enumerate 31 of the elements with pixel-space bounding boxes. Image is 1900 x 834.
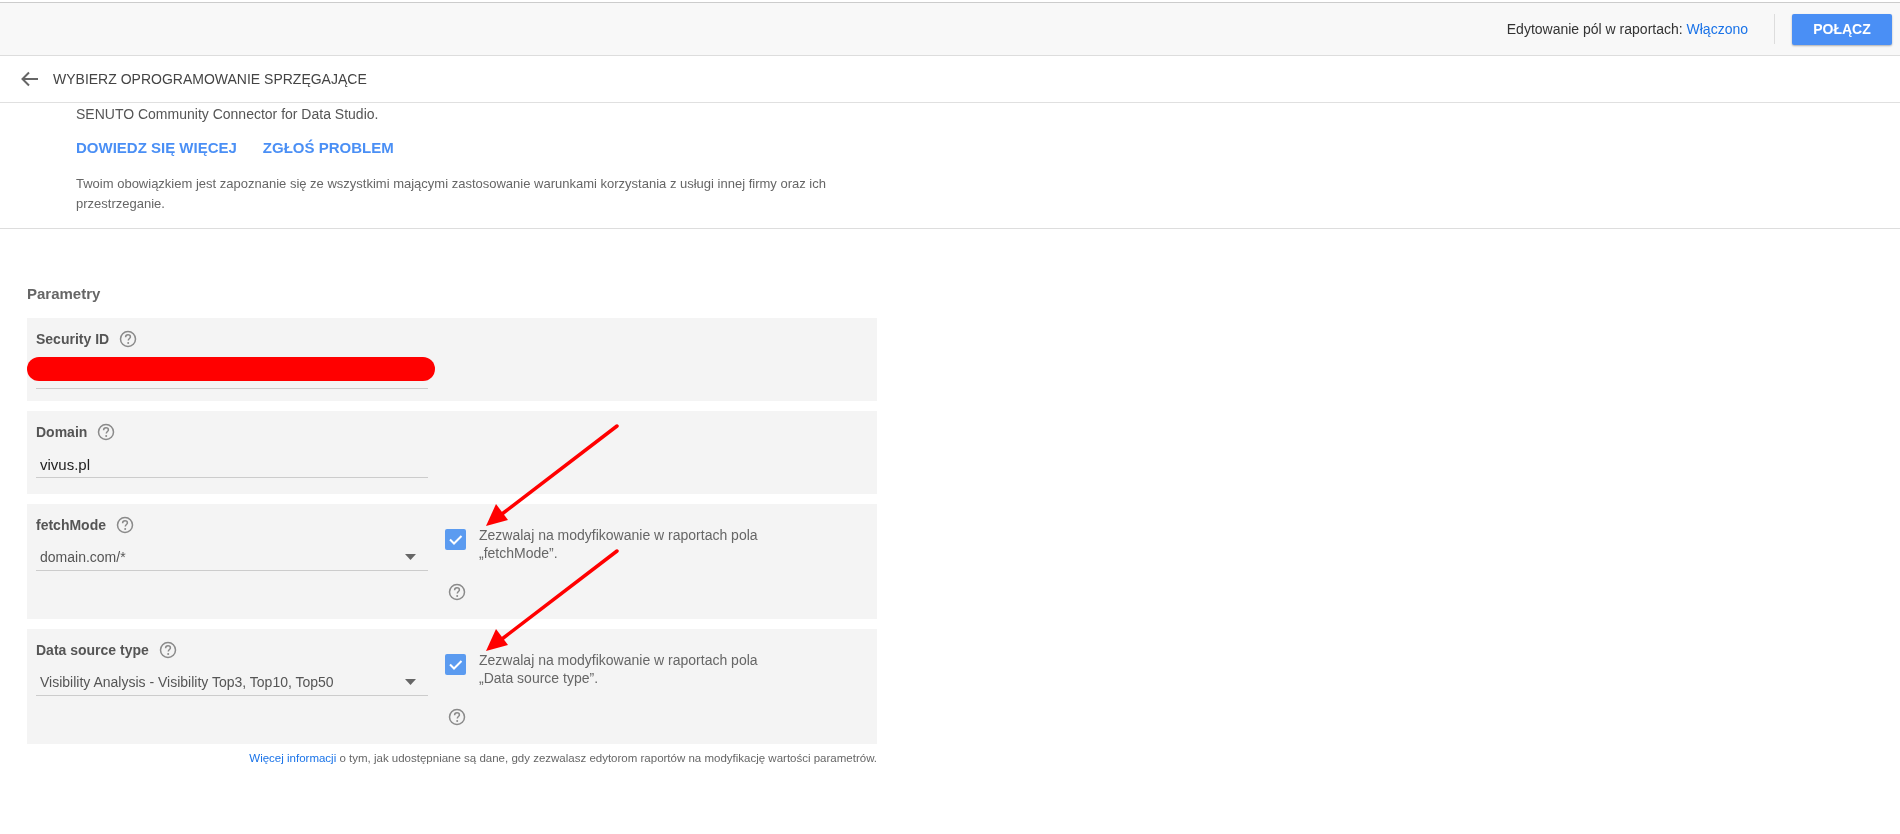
field-label: Data source type: [36, 642, 149, 658]
edit-status-text: Edytowanie pól w raportach: Włączono: [1506, 21, 1748, 37]
checkbox-label: Zezwalaj na modyfikowanie w raportach pola „fetchMode”.: [479, 526, 759, 562]
link[interactable]: DOWIEDZ SIĘ WIĘCEJ: [76, 139, 237, 156]
section-title: Parametry: [27, 285, 102, 302]
field-label: Security ID: [36, 331, 110, 347]
page-title: WYBIERZ OPROGRAMOWANIE SPRZĘGAJĄCE: [53, 71, 367, 87]
caret-icon: [405, 554, 416, 560]
terms-notice: Twoim obowiązkiem jest zapoznanie się ze wszystkimi mającymi zastosowanie warunkami korzystania z usługi innej firmy oraz ich przestrzeganie.: [76, 175, 827, 213]
dropdown[interactable]: domain.com/*: [36, 544, 428, 571]
input-field[interactable]: vivus.pl: [36, 451, 428, 478]
caret-icon: [405, 679, 416, 685]
checkbox[interactable]: [445, 654, 466, 675]
link[interactable]: ZGŁOŚ PROBLEM: [262, 139, 394, 156]
connect-button[interactable]: POŁĄCZ: [1792, 13, 1892, 45]
help-icon[interactable]: [448, 708, 466, 726]
checkbox[interactable]: [445, 529, 466, 550]
field-label: Domain: [36, 424, 88, 440]
checkbox-label: Zezwalaj na modyfikowanie w raportach pola „Data source type”.: [479, 651, 759, 687]
help-icon[interactable]: [448, 583, 466, 601]
help-icon[interactable]: [116, 516, 134, 534]
help-icon[interactable]: [158, 641, 177, 659]
info-note: Więcej informacji o tym, jak udostępniane są dane, gdy zezwalasz edytorom raportów na modyfikację wartości parametrów.: [248, 752, 877, 764]
edit-state-link[interactable]: Włączono: [1686, 21, 1748, 37]
more-info-link[interactable]: Więcej informacji: [249, 752, 337, 764]
back-arrow-icon[interactable]: [21, 71, 39, 87]
help-icon[interactable]: [119, 330, 138, 348]
connector-description: SENUTO Community Connector for Data Studio.: [76, 105, 380, 123]
help-icon[interactable]: [97, 423, 116, 441]
dropdown[interactable]: Visibility Analysis - Visibility Top3, Top10, Top50: [36, 669, 428, 696]
field-label: fetchMode: [36, 517, 106, 533]
